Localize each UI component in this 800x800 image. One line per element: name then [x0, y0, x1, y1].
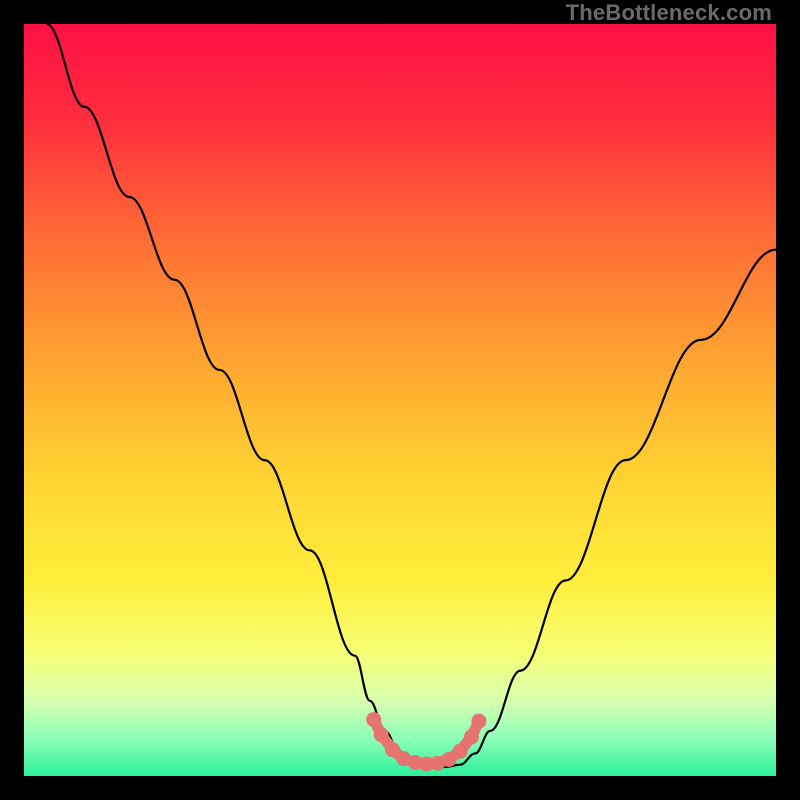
chart-frame: TheBottleneck.com [0, 0, 800, 800]
watermark-text: TheBottleneck.com [566, 0, 772, 26]
bottleneck-chart [24, 24, 776, 776]
